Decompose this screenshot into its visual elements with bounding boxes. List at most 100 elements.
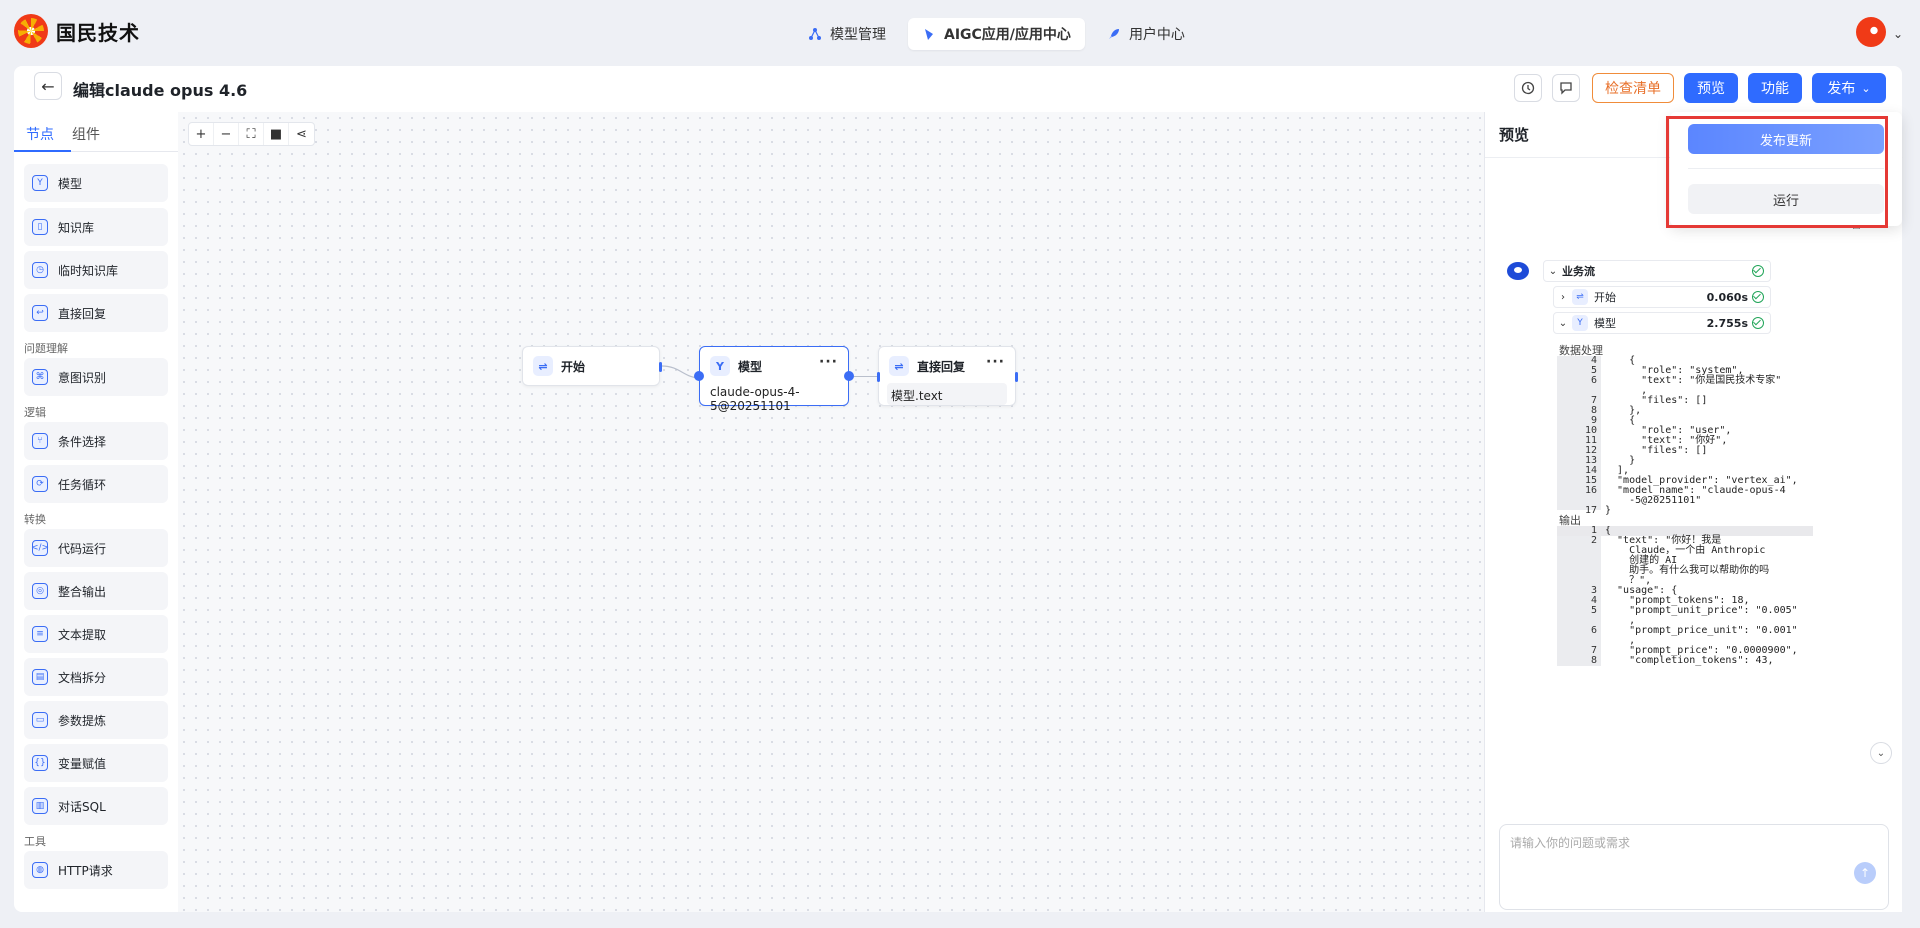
sidebar-item-label: 对话SQL: [58, 799, 106, 814]
sidebar-item-param-extract[interactable]: ▭ 参数提炼: [24, 701, 168, 739]
line-number: 16: [1584, 485, 1597, 496]
flow-node-model[interactable]: Y 模型 ··· claude-opus-4-5@20251101: [694, 346, 854, 413]
start-icon: ⇌: [1572, 289, 1588, 305]
brand[interactable]: 国民技术: [14, 14, 140, 48]
brand-name: 国民技术: [56, 20, 140, 45]
sidebar-item-code-run[interactable]: </> 代码运行: [24, 529, 168, 567]
sidebar-item-text-extract[interactable]: ≡ 文本提取: [24, 615, 168, 653]
reply-icon: ⇌: [889, 356, 909, 376]
flow-node-start[interactable]: ⇌ 开始: [522, 346, 662, 386]
history-button[interactable]: [1514, 74, 1542, 102]
sidebar-item-label: 临时知识库: [58, 263, 119, 278]
sidebar-item-label: 任务循环: [58, 477, 107, 492]
workflow-step-model[interactable]: ⌄ Y 模型 2.755s: [1553, 312, 1771, 334]
sidebar-item-label: 模型: [58, 176, 83, 191]
code-input-viewer[interactable]: 4 {5 "role": "system", 6 "text": "你是国民技术专…: [1557, 356, 1813, 516]
workflow-step-start[interactable]: › ⇌ 开始 0.060s: [1553, 286, 1771, 308]
lock-icon[interactable]: ■: [264, 123, 289, 145]
publish-update-button[interactable]: 发布更新: [1688, 124, 1884, 154]
input-port[interactable]: [694, 371, 704, 381]
sidebar-item-label: 条件选择: [58, 434, 107, 449]
node-model-name: claude-opus-4-5@20251101: [710, 385, 800, 413]
send-button[interactable]: ↑: [1854, 862, 1876, 884]
node-title: 开始: [561, 359, 586, 374]
checklist-button[interactable]: 检查清单: [1592, 73, 1674, 103]
divider: [1688, 168, 1884, 169]
input-port[interactable]: [877, 372, 880, 382]
step-label: 模型: [1594, 317, 1616, 330]
sidebar-item-label: 直接回复: [58, 306, 107, 321]
sidebar-tab-components[interactable]: 组件: [72, 124, 100, 144]
sidebar-item-label: 变量赋值: [58, 756, 107, 771]
preview-button[interactable]: 预览: [1684, 73, 1738, 103]
back-button[interactable]: ←: [34, 72, 62, 100]
node-title: 模型: [738, 359, 763, 374]
zoom-in-icon[interactable]: +: [189, 123, 214, 145]
sidebar-tab-nodes[interactable]: 节点: [26, 124, 54, 144]
share-icon[interactable]: ⋖: [289, 123, 314, 145]
sidebar-item-label: 代码运行: [58, 541, 107, 556]
scroll-down-button[interactable]: ⌄: [1870, 742, 1892, 764]
run-button[interactable]: 运行: [1688, 184, 1884, 214]
sidebar-item-knowledge-base[interactable]: ▯ 知识库: [24, 208, 168, 246]
more-icon[interactable]: ···: [986, 354, 1005, 370]
node-title: 直接回复: [917, 359, 966, 374]
loop-icon: ⟳: [32, 476, 48, 492]
sidebar-item-temp-knowledge-base[interactable]: ◷ 临时知识库: [24, 251, 168, 289]
avatar[interactable]: [1856, 17, 1886, 47]
sidebar-item-label: 整合输出: [58, 584, 107, 599]
sidebar-item-merge-output[interactable]: ◎ 整合输出: [24, 572, 168, 610]
branch-icon: ⑂: [32, 433, 48, 449]
sidebar-item-direct-reply[interactable]: ↩ 直接回复: [24, 294, 168, 332]
sidebar-item-condition[interactable]: ⑂ 条件选择: [24, 422, 168, 460]
model-icon: Y: [32, 175, 48, 191]
canvas-toolbar: + − ⛶ ■ ⋖: [188, 122, 315, 146]
flag-chat-icon: [1560, 82, 1572, 95]
sidebar-item-label: HTTP请求: [58, 863, 113, 878]
workflow-label: 业务流: [1562, 265, 1595, 278]
tab-model-management[interactable]: 模型管理: [794, 18, 900, 50]
rocket-icon: [1108, 29, 1119, 39]
flow-node-direct-reply[interactable]: ⇌ 直接回复 ··· 模型.text: [877, 346, 1018, 406]
active-tab-indicator: [14, 150, 71, 152]
intent-icon: ⌘: [32, 369, 48, 385]
arrow-left-icon: ←: [41, 76, 55, 96]
zoom-out-icon[interactable]: −: [214, 123, 239, 145]
chevron-down-icon: ⌄: [1861, 81, 1871, 95]
reply-icon: ↩: [32, 305, 48, 321]
node-header: Y 模型: [710, 356, 762, 376]
brand-logo: [14, 14, 48, 48]
output-port[interactable]: [1015, 372, 1018, 382]
globe-icon: ◍: [32, 862, 48, 878]
line-number: 6: [1590, 375, 1597, 386]
sidebar-item-doc-split[interactable]: ▤ 文档拆分: [24, 658, 168, 696]
flow-canvas[interactable]: + − ⛶ ■ ⋖ ⇌ 开始 Y 模型 ··· claude-opus-4-5@…: [178, 112, 1484, 912]
sidebar-item-variable-assign[interactable]: {} 变量赋值: [24, 744, 168, 782]
workflow-summary-row[interactable]: ⌄ 业务流: [1543, 260, 1771, 282]
code-output-viewer[interactable]: 1{2 "text": "你好！我是 Claude，一个由 Anthropic …: [1557, 526, 1813, 666]
bot-avatar-icon: [1507, 262, 1529, 280]
main-tabs: 模型管理 AIGC应用/应用中心 用户中心: [794, 18, 1199, 50]
sidebar-item-label: 文本提取: [58, 627, 107, 642]
sidebar-item-intent-recognition[interactable]: ⌘ 意图识别: [24, 358, 168, 396]
preview-title: 预览: [1499, 126, 1530, 144]
sidebar-item-model[interactable]: Y 模型: [24, 164, 168, 202]
success-check-icon: [1752, 291, 1764, 303]
model-icon: Y: [1572, 315, 1588, 331]
more-icon[interactable]: ···: [819, 354, 838, 370]
chevron-down-icon[interactable]: ⌄: [1893, 27, 1903, 41]
step-label: 开始: [1594, 291, 1616, 304]
feedback-button[interactable]: [1552, 74, 1580, 102]
tab-aigc-app-center[interactable]: AIGC应用/应用中心: [908, 18, 1085, 50]
features-button[interactable]: 功能: [1748, 73, 1802, 103]
output-port[interactable]: [844, 371, 854, 381]
sidebar-item-dialog-sql[interactable]: ▥ 对话SQL: [24, 787, 168, 825]
fit-view-icon[interactable]: ⛶: [239, 123, 264, 145]
sidebar-item-task-loop[interactable]: ⟳ 任务循环: [24, 465, 168, 503]
sidebar-item-http-request[interactable]: ◍ HTTP请求: [24, 851, 168, 889]
preview-panel: 预览 ⧉ ✎ ⌄ 业务流 › ⇌ 开始 0.060s ⌄ Y 模型 2.755s…: [1484, 112, 1903, 912]
variable-icon: {}: [32, 755, 48, 771]
publish-button[interactable]: 发布 ⌄: [1812, 73, 1886, 103]
tab-user-center[interactable]: 用户中心: [1093, 18, 1199, 50]
chat-input[interactable]: 请输入你的问题或需求: [1499, 824, 1889, 910]
